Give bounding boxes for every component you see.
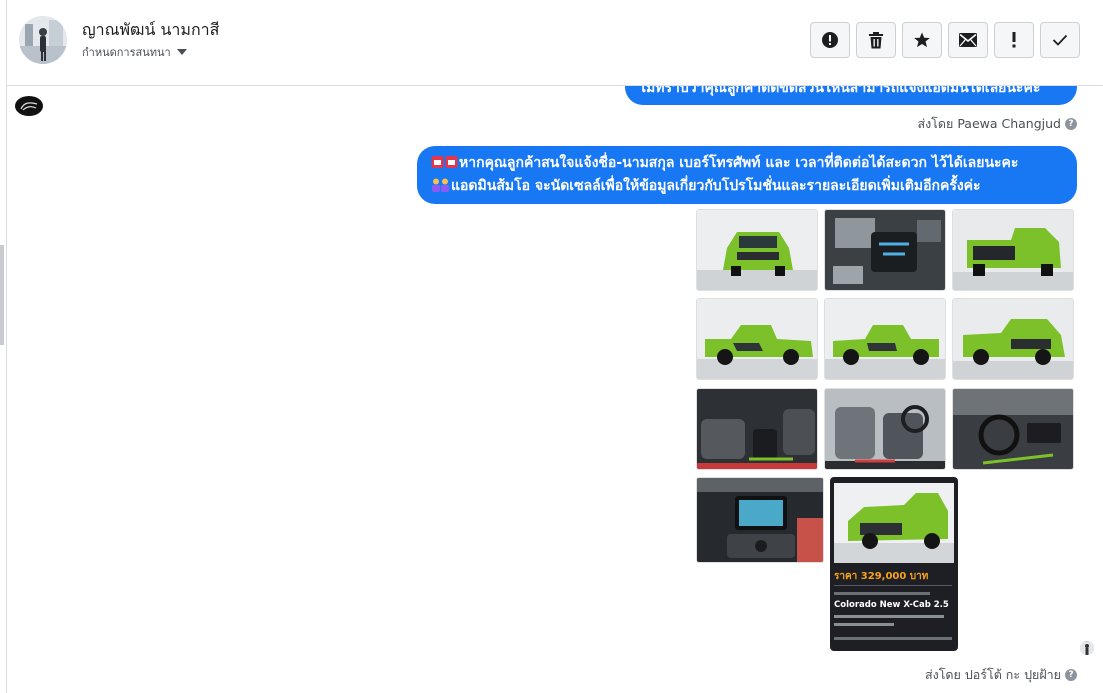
follow-up-button[interactable]: [994, 22, 1034, 58]
promo-detail-line: [834, 615, 944, 618]
check-icon: [1052, 34, 1068, 46]
photo-thumbnail[interactable]: [696, 209, 818, 291]
sent-by-label: ส่งโดย Paewa Changjud ?: [917, 114, 1077, 134]
people-icon: [432, 178, 449, 192]
assign-label: กำหนดการสนทนา: [82, 46, 171, 59]
photo-thumbnail[interactable]: [952, 388, 1074, 470]
photo-thumbnail[interactable]: [696, 388, 818, 470]
star-button[interactable]: [902, 22, 942, 58]
exclamation-icon: [1012, 32, 1016, 48]
help-icon[interactable]: ?: [1065, 118, 1077, 130]
caret-down-icon: [176, 49, 187, 55]
trash-icon: [869, 31, 883, 48]
left-scrollbar[interactable]: [0, 245, 4, 345]
sent-by-text: ส่งโดย ปอร์โต้ กะ ปุยฝ้าย: [924, 667, 1061, 682]
mark-done-button[interactable]: [1040, 22, 1080, 58]
promo-model: Colorado New X-Cab 2.5: [834, 600, 949, 610]
conversation-header: ญาณพัฒน์ นามกาสี กำหนดการสนทนา: [7, 0, 1103, 86]
contact-name[interactable]: ญาณพัฒน์ นามกาสี: [82, 18, 219, 43]
sent-by-text: ส่งโดย Paewa Changjud: [917, 116, 1061, 131]
photo-thumbnail[interactable]: [824, 298, 946, 380]
alert-circle-icon: [822, 32, 838, 48]
photo-thumbnail[interactable]: [696, 477, 824, 563]
telephone-icon: [431, 156, 458, 168]
sent-by-label: ส่งโดย ปอร์โต้ กะ ปุยฝ้าย ?: [925, 665, 1077, 685]
assign-conversation-dropdown[interactable]: กำหนดการสนทนา: [82, 43, 187, 61]
help-icon[interactable]: ?: [1065, 669, 1077, 681]
envelope-icon: [959, 33, 977, 47]
promo-detail-line: [834, 623, 894, 626]
inbox-conversation-view: ไม่ทราบว่าคุณลูกค้าติดขัดส่วนไหนสามารถแจ…: [0, 0, 1103, 693]
promo-card-image[interactable]: ราคา 329,000 บาท Colorado New X-Cab 2.5: [830, 477, 958, 651]
contact-avatar[interactable]: [19, 16, 67, 64]
photo-thumbnail[interactable]: [824, 209, 946, 291]
seen-avatar: [1080, 641, 1094, 655]
message-line-2: แอดมินส้มโอ จะนัดเซลล์เพื่อให้ข้อมูลเกี่…: [451, 178, 981, 194]
mark-spam-button[interactable]: [810, 22, 850, 58]
left-divider: [6, 0, 7, 693]
mark-unread-button[interactable]: [948, 22, 988, 58]
photo-thumbnail[interactable]: [952, 209, 1074, 291]
message-bubble: หากคุณลูกค้าสนใจแจ้งชื่อ-นามสกุล เบอร์โท…: [417, 146, 1077, 204]
photo-thumbnail[interactable]: [824, 388, 946, 470]
promo-detail-line: [834, 637, 952, 640]
delete-button[interactable]: [856, 22, 896, 58]
photo-thumbnail[interactable]: [952, 298, 1074, 380]
star-icon: [914, 32, 930, 48]
page-avatar: [15, 96, 43, 116]
promo-price: ราคา 329,000 บาท: [834, 571, 929, 582]
photo-thumbnail[interactable]: [696, 298, 818, 380]
promo-detail-line: [834, 592, 930, 595]
message-line-1: หากคุณลูกค้าสนใจแจ้งชื่อ-นามสกุล เบอร์โท…: [459, 155, 1019, 171]
conversation-actions: [810, 22, 1080, 58]
promo-divider: [834, 585, 952, 586]
